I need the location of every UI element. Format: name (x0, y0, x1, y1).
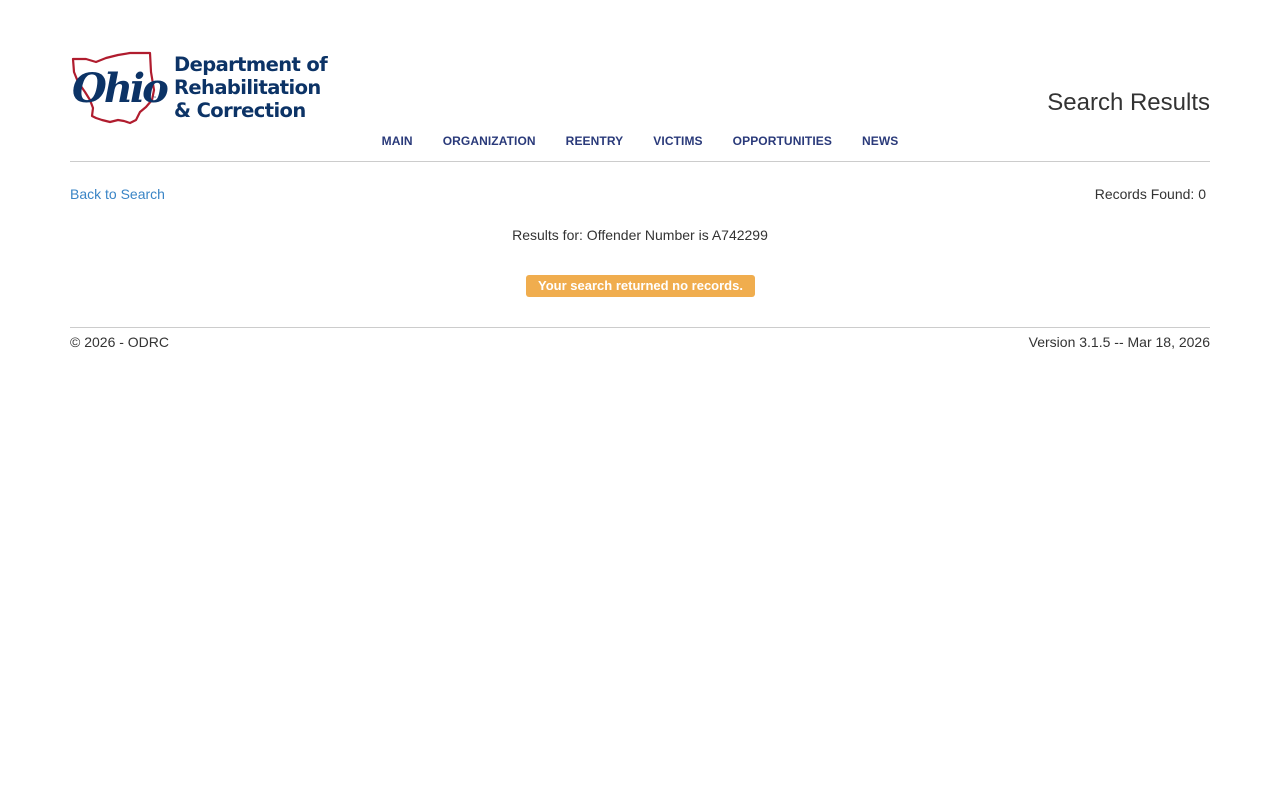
logo-text: Department of Rehabilitation & Correctio… (174, 53, 328, 122)
site-header: Ohio ™ Department of Rehabilitation & Co… (70, 0, 1210, 162)
logo-line-rehabilitation: Rehabilitation (174, 76, 321, 99)
page-title: Search Results (1047, 89, 1210, 116)
main-nav: MAIN ORGANIZATION REENTRY VICTIMS OPPORT… (70, 132, 1210, 150)
odrc-logo-link[interactable]: Ohio ™ Department of Rehabilitation & Co… (70, 50, 330, 126)
nav-item-news[interactable]: NEWS (862, 132, 898, 150)
results-toolbar: Back to Search Records Found: 0 (70, 185, 1210, 205)
version-text: Version 3.1.5 -- Mar 18, 2026 (1028, 334, 1210, 350)
site-footer: © 2026 - ODRC Version 3.1.5 -- Mar 18, 2… (70, 327, 1210, 358)
svg-text:™: ™ (152, 96, 157, 102)
nav-item-main[interactable]: MAIN (382, 132, 413, 150)
copyright-text: © 2026 - ODRC (70, 334, 170, 350)
nav-item-organization[interactable]: ORGANIZATION (443, 132, 536, 150)
records-found-count: Records Found: 0 (1094, 186, 1206, 202)
back-to-search-link[interactable]: Back to Search (70, 186, 165, 202)
svg-text:Ohio: Ohio (72, 65, 168, 112)
no-records-alert: Your search returned no records. (526, 275, 755, 297)
nav-item-reentry[interactable]: REENTRY (566, 132, 624, 150)
nav-item-victims[interactable]: VICTIMS (653, 132, 702, 150)
ohio-state-logo-icon: Ohio ™ (71, 51, 170, 125)
logo-line-department: Department of (174, 53, 328, 76)
logo-line-correction: & Correction (174, 99, 306, 122)
page: Ohio ™ Department of Rehabilitation & Co… (70, 0, 1210, 800)
nav-item-opportunities[interactable]: OPPORTUNITIES (733, 132, 832, 150)
results-for-query: Results for: Offender Number is A742299 (512, 227, 768, 243)
